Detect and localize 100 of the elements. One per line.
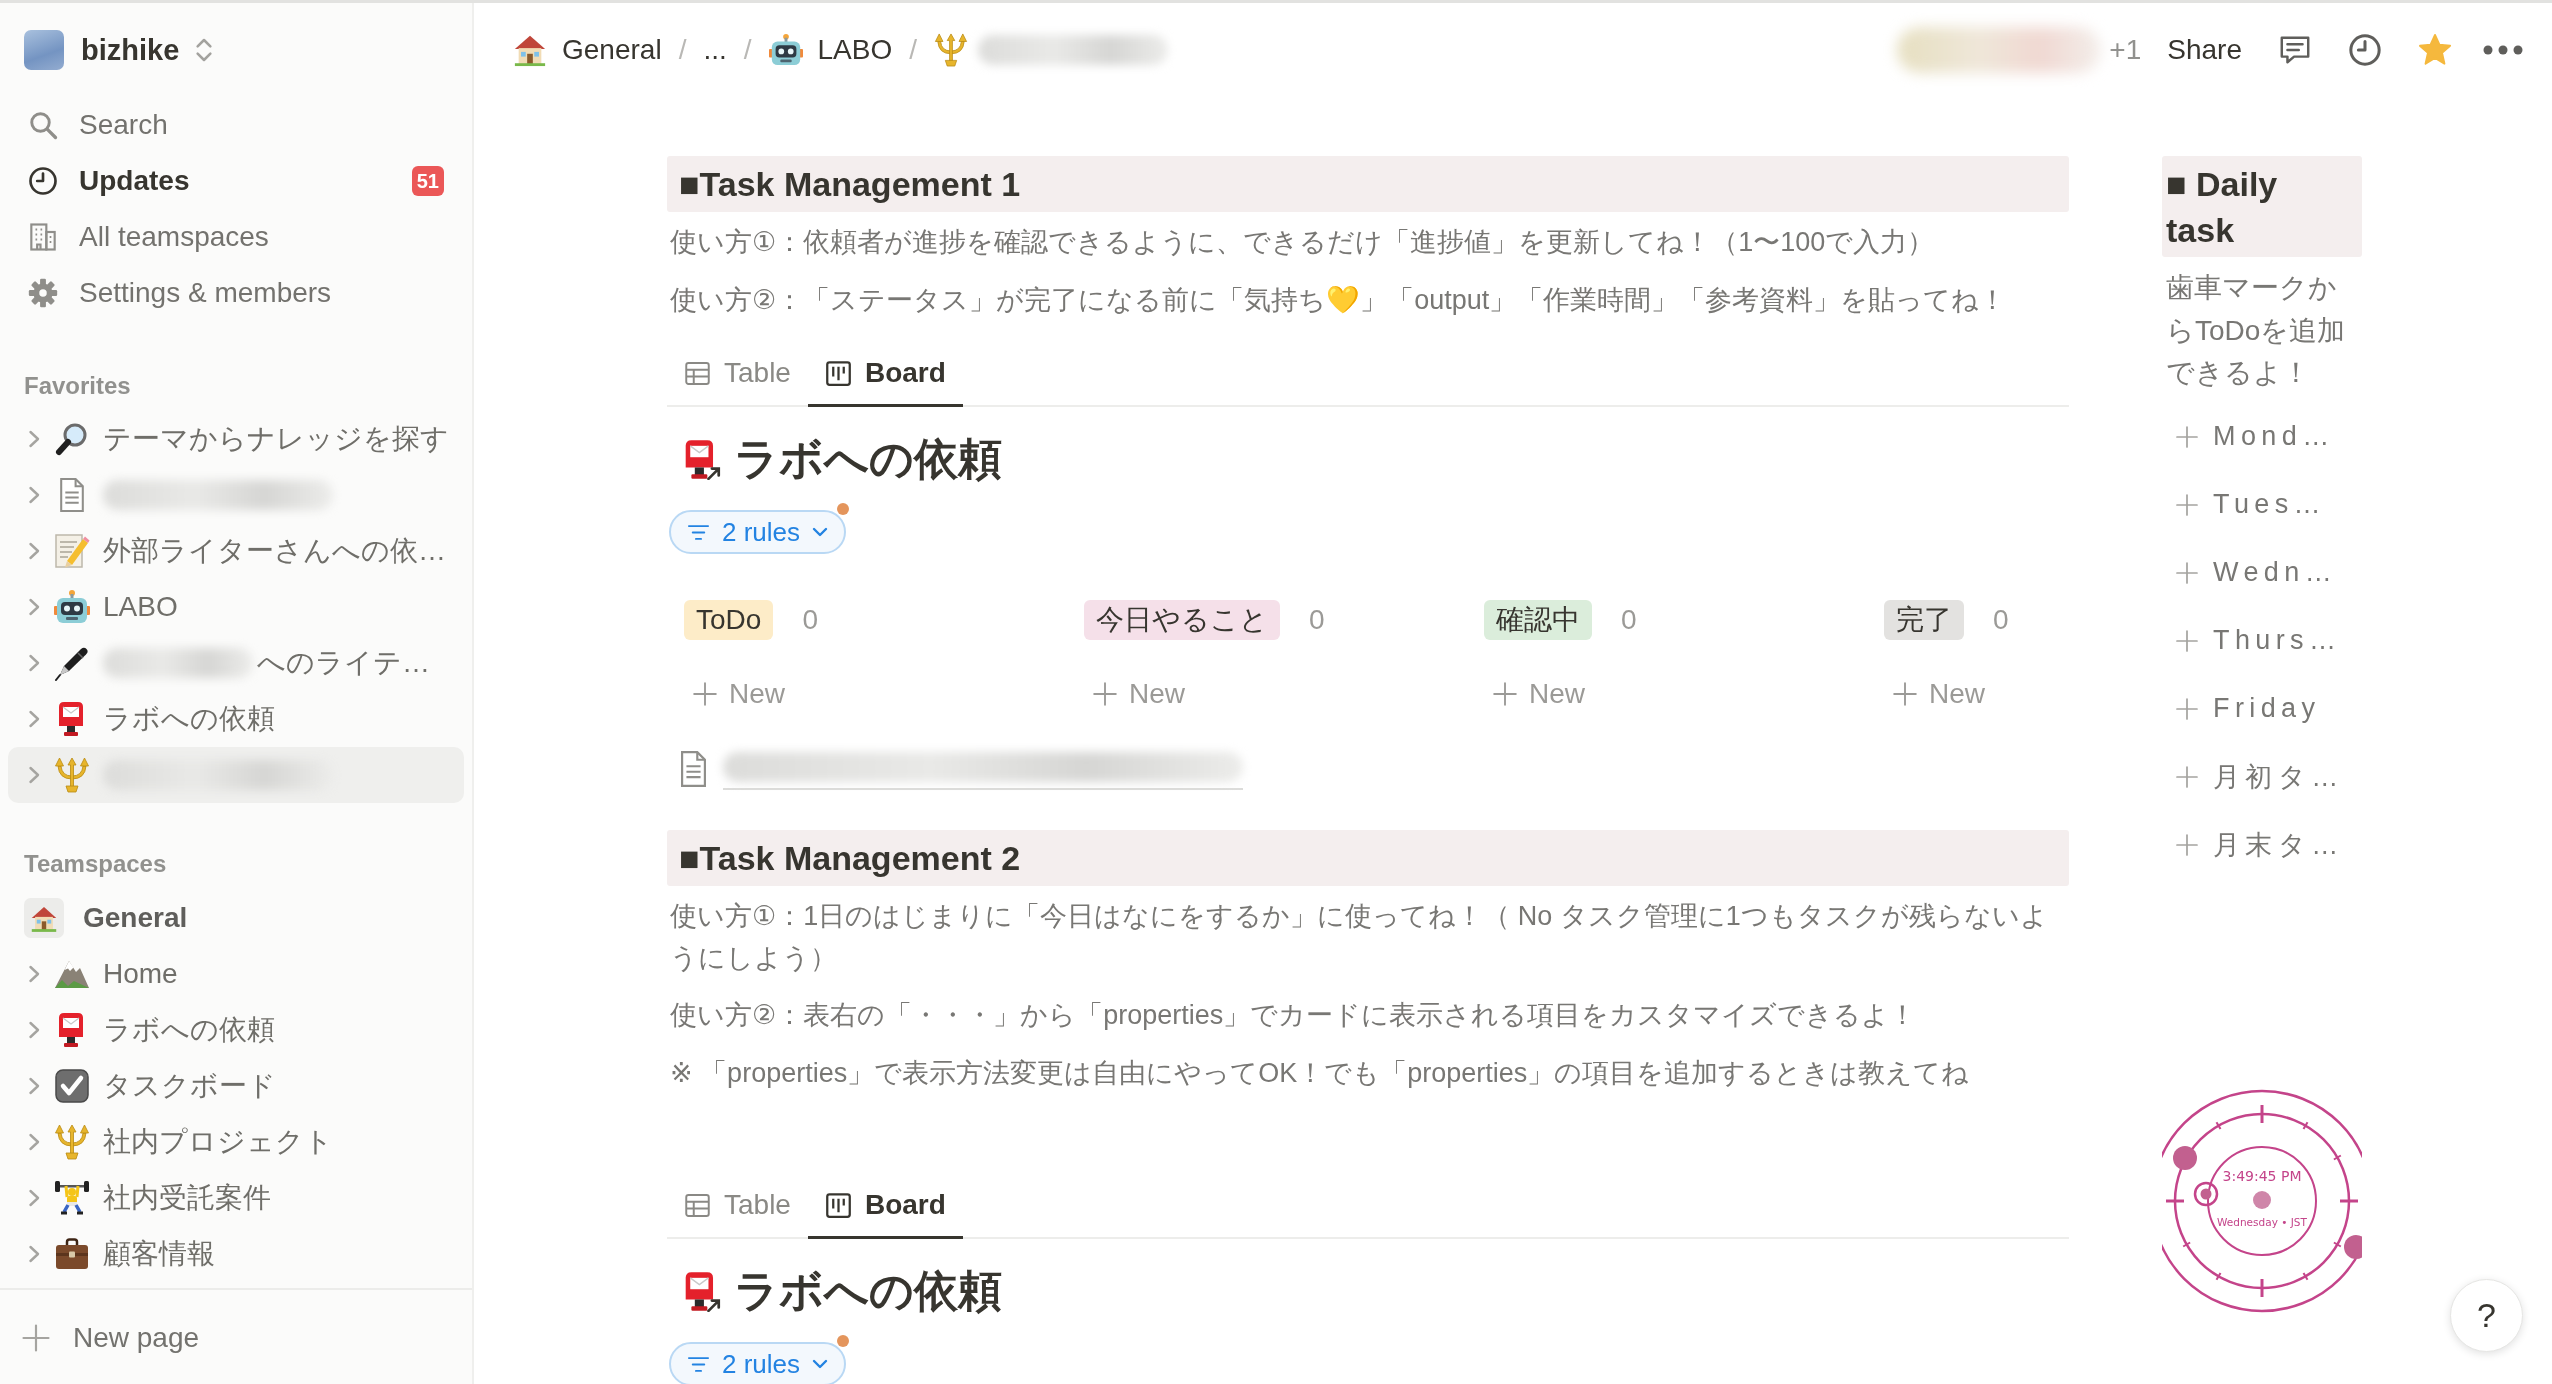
trident-icon [54,1124,90,1160]
notepad-pencil-icon [54,533,90,569]
sidebar-nav-item[interactable]: Settings & members [0,265,472,321]
sidebar-nav-item[interactable]: Search [0,97,472,153]
briefcase-icon [54,1236,90,1272]
chevron-right-icon[interactable] [28,1077,40,1095]
status-tag: ToDo [684,600,774,640]
template-button[interactable]: 月初タ… [2162,752,2344,801]
clock-icon [28,166,58,196]
sidebar-page-item[interactable]: ラボへの依頼 [8,691,464,747]
search-icon [28,110,58,140]
database-title[interactable]: ラボへの依頼 [734,431,1002,487]
template-button[interactable]: Mond… [2162,412,2335,461]
new-card-button[interactable]: New [684,674,785,714]
chevron-down-icon [812,1359,829,1369]
sidebar-page-item[interactable]: 外部ライターさんへの依… [8,523,464,579]
sidebar-page-item[interactable] [8,747,464,803]
chevron-right-icon[interactable] [28,542,40,560]
chevron-right-icon[interactable] [28,1133,40,1151]
clock-icon[interactable] [2348,33,2382,67]
center-dot-icon [2253,1190,2271,1209]
view-tab[interactable]: Table [667,1171,808,1239]
view-tab[interactable]: Board [807,339,963,407]
note-text: ※ 「properties」で表示方法変更は自由にやってOK！でも「properties」の項目を追加するときは教えてね [669,1056,1971,1090]
note-text: 使い方②：表右の「・・・」から「properties」でカードに表示される項目をカスタマイズできるよ！ [669,999,1918,1032]
more-icon[interactable] [2483,45,2523,55]
chevron-right-icon[interactable] [28,430,40,448]
new-card-button[interactable]: New [1484,674,1585,714]
template-button[interactable]: 月末タ… [2162,820,2344,869]
breadcrumb-link[interactable]: ... [703,34,727,66]
note-text: 使い方①：1日のはじまりに「今日はなにをするか」に使ってね！（ No タスク管理に1つもタスクが残らないようにしよう） [669,900,2049,975]
help-button[interactable]: ? [2450,1279,2523,1352]
chevron-right-icon[interactable] [28,1021,40,1039]
chevron-right-icon[interactable] [28,486,40,504]
plus-icon [2175,560,2199,585]
sidebar-page-item[interactable]: テーマからナレッジを探す [8,411,464,467]
status-tag: 今日やること [1084,600,1280,640]
new-page-button[interactable]: New page [0,1310,472,1366]
workspace-avatar [24,30,64,70]
clock-date: Wednesday • JST [2217,1215,2307,1228]
plus-icon [2175,424,2199,449]
robot-icon [54,589,90,625]
board-icon [824,1191,852,1219]
card-count: 0 [1309,604,1325,636]
chevron-right-icon[interactable] [28,710,40,728]
plus-icon [2175,628,2199,653]
breadcrumb-link[interactable]: General [513,33,662,67]
filter-button[interactable]: 2 rules [669,1342,847,1384]
building-icon [28,222,58,252]
teamspace-item[interactable]: General [0,890,472,946]
view-tab[interactable]: Table [667,339,808,407]
share-button[interactable]: Share [2167,34,2242,66]
table-icon [684,1191,711,1219]
sidebar-page-item[interactable]: Home [8,946,464,1002]
table-icon [684,359,711,387]
pen-icon [54,645,90,681]
new-card-button[interactable]: New [1884,674,1985,714]
checkmark-tile-icon [54,1068,90,1104]
card-count: 0 [802,604,818,636]
new-card-button[interactable]: New [1084,674,1185,714]
chevron-right-icon[interactable] [28,1189,40,1207]
callout-heading: ■Task Management 2 [667,830,2069,886]
sidebar-page-item[interactable]: 顧客情報 [8,1226,464,1282]
chevron-right-icon[interactable] [28,598,40,616]
breadcrumb-link[interactable]: LABO [768,33,893,67]
database-title[interactable]: ラボへの依頼 [734,1263,1002,1319]
filter-button[interactable]: 2 rules [669,510,847,554]
sidebar-nav-item[interactable]: All teamspaces [0,209,472,265]
callout-heading: ■ Daily task [2162,156,2362,257]
breadcrumb-link[interactable] [934,33,1168,67]
sidebar-page-item[interactable]: へのライテ… [8,635,464,691]
settings-icon [28,278,58,308]
document-icon [679,750,708,788]
chevron-right-icon[interactable] [28,1245,40,1263]
template-button[interactable]: Wedn… [2162,548,2338,597]
workspace-switcher[interactable]: bizhike [0,22,472,78]
chevron-right-icon[interactable] [28,766,40,784]
sidebar-page-item[interactable]: 社内受託案件 [8,1170,464,1226]
chevron-down-icon [812,527,829,537]
template-button[interactable]: Tues… [2162,480,2327,529]
star-icon[interactable] [2418,33,2452,67]
chevron-right-icon[interactable] [28,965,40,983]
sidebar-page-item[interactable]: LABO [8,579,464,635]
status-tag: 確認中 [1484,600,1592,640]
sidebar-page-item[interactable]: 社内プロジェクト [8,1114,464,1170]
sidebar-nav-item[interactable]: Updates 51 [0,153,472,209]
sidebar-page-item[interactable]: ラボへの依頼 [8,1002,464,1058]
comment-icon[interactable] [2278,33,2312,67]
plus-icon [2175,764,2199,789]
notification-count: 51 [411,166,444,196]
chevron-right-icon[interactable] [28,654,40,672]
house-icon [24,898,64,938]
breadcrumb-separator: / [743,34,752,66]
extra-collaborators-count: +1 [2109,34,2142,66]
section-heading: Favorites [23,371,132,401]
template-button[interactable]: Friday [2162,684,2321,733]
template-button[interactable]: Thurs… [2162,616,2342,665]
plus-icon [2175,492,2199,517]
view-tab[interactable]: Board [807,1171,963,1239]
sidebar-page-item[interactable]: タスクボード [8,1058,464,1114]
